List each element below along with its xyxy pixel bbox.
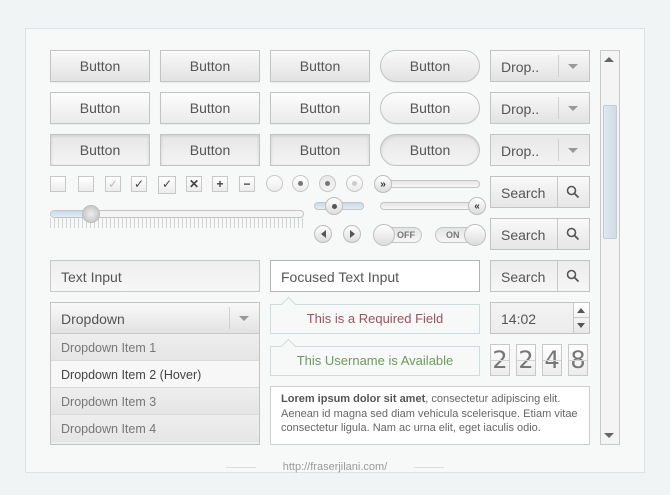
close-icon[interactable]: ✕ xyxy=(186,176,202,192)
radio-4-disabled[interactable] xyxy=(346,175,363,192)
text-input[interactable]: Text Input xyxy=(50,260,260,292)
small-dropdown-label: Drop.. xyxy=(501,143,540,159)
button-r1-c2[interactable]: Button xyxy=(160,50,260,82)
slider-handle[interactable] xyxy=(81,205,100,223)
stepper-buttons[interactable] xyxy=(573,303,589,333)
search-label: Search xyxy=(501,185,546,201)
dropdown-label: Dropdown xyxy=(61,311,125,327)
arrow-right-icon[interactable] xyxy=(343,225,361,243)
search-label: Search xyxy=(501,269,546,285)
time-stepper[interactable]: 14:02 xyxy=(490,302,590,334)
scrollbar-thumb[interactable] xyxy=(603,105,617,239)
progress-track-1[interactable] xyxy=(380,180,480,188)
checkbox-2[interactable] xyxy=(78,176,94,192)
flip-digit-3: 4 xyxy=(542,344,562,376)
scroll-down-icon[interactable] xyxy=(604,433,614,438)
button-r3-c1[interactable]: Button xyxy=(50,134,150,166)
search-label: Search xyxy=(501,227,546,243)
paragraph-bold: Lorem ipsum dolor sit amet xyxy=(281,393,426,405)
button-r1-c1[interactable]: Button xyxy=(50,50,150,82)
small-dropdown-label: Drop.. xyxy=(501,59,540,75)
arrow-up-icon[interactable] xyxy=(577,308,585,313)
button-r3-c3[interactable]: Button xyxy=(270,134,370,166)
radio-dot xyxy=(325,181,330,186)
checkbox-4-checked[interactable]: ✓ xyxy=(131,176,147,192)
radio-2[interactable] xyxy=(292,175,309,192)
double-chevron-left-icon[interactable]: « xyxy=(468,197,486,215)
chevron-down-icon xyxy=(239,316,249,321)
dropdown-item-hover[interactable]: Dropdown Item 2 (Hover) xyxy=(51,361,259,388)
arrow-left-icon[interactable] xyxy=(314,225,332,243)
search-button-3[interactable]: Search xyxy=(490,260,590,292)
button-r1-c3[interactable]: Button xyxy=(270,50,370,82)
toggle-on-label: ON xyxy=(446,230,460,240)
plus-icon[interactable]: + xyxy=(212,176,228,192)
divider xyxy=(557,219,558,249)
dropdown-item[interactable]: Dropdown Item 4 xyxy=(51,415,259,442)
toggle-knob xyxy=(464,224,486,246)
checkbox-5-checked[interactable]: ✓ xyxy=(158,176,176,194)
button-r3-c2[interactable]: Button xyxy=(160,134,260,166)
chevron-down-icon xyxy=(568,64,578,69)
focused-text-input[interactable]: Focused Text Input xyxy=(270,260,480,292)
divider xyxy=(558,97,559,119)
username-available-message: This Username is Available xyxy=(270,346,480,376)
search-icon xyxy=(566,185,580,199)
checkbox-1[interactable] xyxy=(50,176,66,192)
divider xyxy=(558,139,559,161)
mini-slider-handle[interactable] xyxy=(325,197,343,215)
vertical-scrollbar[interactable] xyxy=(600,50,620,445)
small-dropdown-2[interactable]: Drop.. xyxy=(490,92,590,124)
flip-digit-2: 2 xyxy=(516,344,536,376)
paragraph-box: Lorem ipsum dolor sit amet, consectetur … xyxy=(270,386,590,445)
search-button-1[interactable]: Search xyxy=(490,176,590,208)
dropdown-item[interactable]: Dropdown Item 1 xyxy=(51,334,259,361)
dropdown-item[interactable]: Dropdown Item 3 xyxy=(51,388,259,415)
button-r2-c1[interactable]: Button xyxy=(50,92,150,124)
chevron-down-icon xyxy=(568,106,578,111)
divider xyxy=(557,177,558,207)
pill-button-r3[interactable]: Button xyxy=(380,134,480,166)
small-dropdown-3[interactable]: Drop.. xyxy=(490,134,590,166)
footer-url[interactable]: http://fraserjilani.com/ xyxy=(0,461,670,473)
pill-button-r2[interactable]: Button xyxy=(380,92,480,124)
divider xyxy=(557,261,558,291)
dropdown-menu[interactable]: Dropdown Dropdown Item 1 Dropdown Item 2… xyxy=(50,302,260,445)
flip-digit-4: 8 xyxy=(568,344,588,376)
button-r2-c2[interactable]: Button xyxy=(160,92,260,124)
required-field-message: This is a Required Field xyxy=(270,304,480,334)
search-icon xyxy=(566,269,580,283)
dropdown-header[interactable]: Dropdown xyxy=(51,303,259,334)
double-chevron-right-icon[interactable]: » xyxy=(374,175,392,193)
button-r2-c3[interactable]: Button xyxy=(270,92,370,124)
minus-icon[interactable]: − xyxy=(239,176,255,192)
toggle-knob xyxy=(373,224,395,246)
radio-dot xyxy=(298,181,303,186)
chevron-down-icon xyxy=(568,148,578,153)
divider xyxy=(558,55,559,77)
small-dropdown-label: Drop.. xyxy=(501,101,540,117)
scroll-up-icon[interactable] xyxy=(604,57,614,62)
progress-track-2[interactable] xyxy=(380,202,480,210)
radio-dot xyxy=(352,181,357,186)
toggle-off-label: OFF xyxy=(397,230,415,240)
time-value: 14:02 xyxy=(501,311,537,327)
radio-1[interactable] xyxy=(266,175,283,192)
knob-dot xyxy=(331,203,337,209)
small-dropdown-1[interactable]: Drop.. xyxy=(490,50,590,82)
pill-button-r1[interactable]: Button xyxy=(380,50,480,82)
search-icon xyxy=(566,227,580,241)
radio-3[interactable] xyxy=(319,175,336,192)
search-button-2[interactable]: Search xyxy=(490,218,590,250)
toggle-off[interactable]: OFF xyxy=(373,224,422,246)
checkbox-3-disabled[interactable]: ✓ xyxy=(105,176,121,192)
flip-digit-1: 2 xyxy=(490,344,510,376)
arrow-down-icon[interactable] xyxy=(577,323,585,328)
toggle-on[interactable]: ON xyxy=(435,224,486,246)
divider xyxy=(229,307,230,329)
